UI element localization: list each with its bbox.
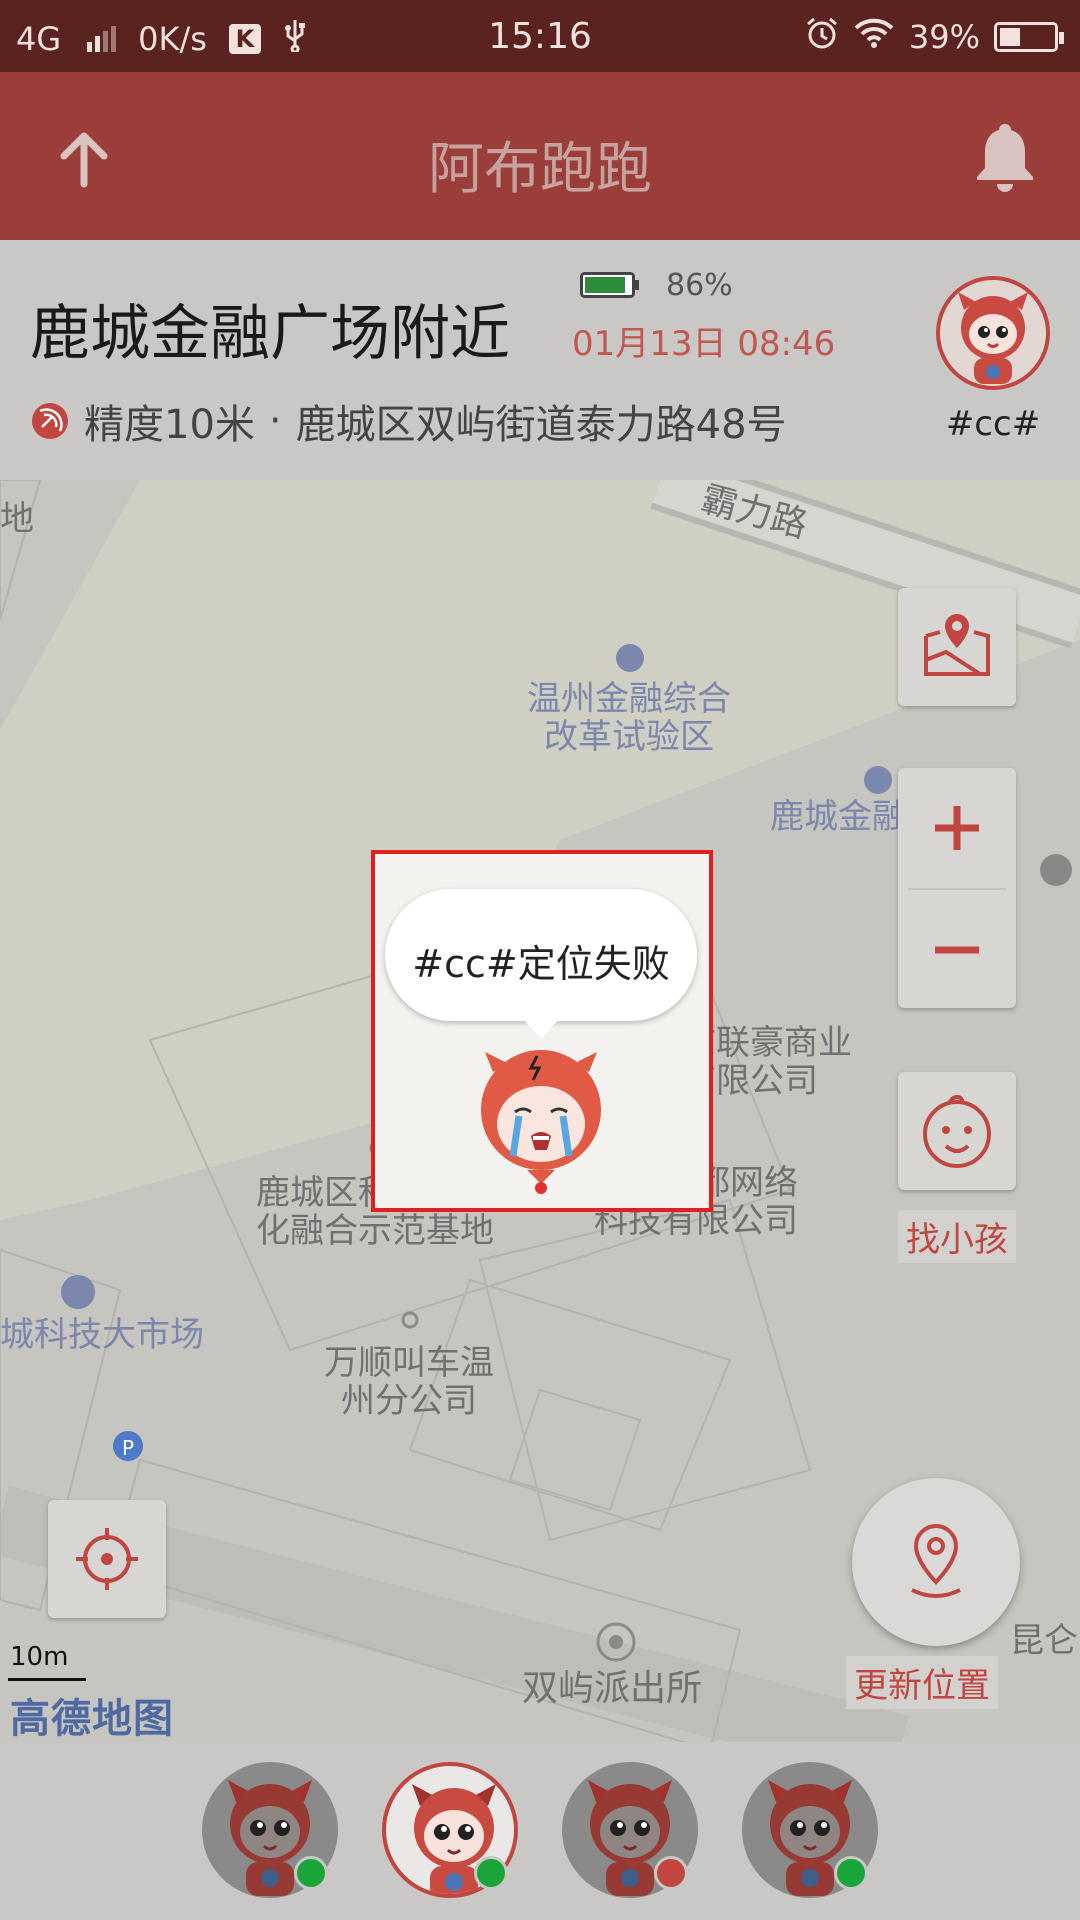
mascot-avatar-icon — [958, 292, 1028, 384]
plus-icon — [935, 806, 979, 850]
crying-mascot-icon — [481, 1050, 601, 1194]
accuracy-text: 精度10米 — [84, 402, 255, 448]
message-bubble: #cc#定位失败 — [385, 889, 697, 1039]
map-provider-logo: 高德地图 — [10, 1696, 174, 1742]
poi-label: 温州金融综合 改革试验区 — [527, 679, 731, 757]
address-text: 鹿城区双屿街道泰力路48号 — [295, 402, 787, 448]
child-avatar[interactable] — [936, 276, 1050, 390]
battery-icon — [994, 22, 1064, 52]
bell-icon[interactable] — [970, 120, 1040, 196]
poi-label: 双屿派出所 — [522, 1668, 703, 1709]
update-location-label[interactable]: 更新位置 — [846, 1656, 998, 1709]
location-pin-icon — [911, 1523, 961, 1598]
zoom-control — [898, 768, 1016, 1008]
find-child-button[interactable] — [898, 1072, 1016, 1190]
status-dot — [834, 1856, 868, 1890]
find-child-label[interactable]: 找小孩 — [898, 1210, 1016, 1263]
crosshair-icon — [76, 1528, 138, 1590]
poi-label: 城科技大市场 — [0, 1315, 204, 1355]
wifi-icon — [853, 17, 895, 57]
status-dot — [474, 1856, 508, 1890]
map-scale-bar — [8, 1678, 86, 1681]
zoom-out-button[interactable] — [898, 890, 1016, 1008]
update-location-button[interactable] — [852, 1478, 1020, 1646]
location-title: 鹿城金融广场附近 — [30, 299, 510, 369]
poi-label: 鹿城金融 — [770, 797, 906, 837]
poi-label: 万顺叫车温 州分公司 — [324, 1343, 494, 1421]
alarm-icon — [805, 16, 839, 58]
child-name: #cc# — [945, 404, 1041, 444]
device-battery-icon — [580, 272, 639, 298]
minus-icon — [935, 946, 979, 954]
device-battery-percent: 86% — [666, 268, 733, 303]
satellite-icon — [32, 403, 68, 439]
map-layer-button[interactable] — [898, 588, 1016, 706]
battery-percent: 39% — [908, 18, 980, 56]
zoom-in-button[interactable] — [898, 768, 1016, 888]
app-title: 阿布跑跑 — [428, 137, 652, 202]
map-scale: 10m — [10, 1642, 69, 1672]
separator-dot: · — [268, 398, 282, 444]
map-pin-icon — [924, 614, 990, 676]
status-dot — [654, 1856, 688, 1890]
children-tray — [0, 1742, 1080, 1920]
status-dot — [294, 1856, 328, 1890]
status-bar: 4G 0K/s K 15:16 39% — [0, 0, 1080, 72]
map-corner-label: 地 — [0, 499, 34, 539]
location-datetime: 01月13日 08:46 — [572, 324, 836, 364]
location-failed-popup: #cc#定位失败 — [371, 850, 713, 1212]
app-bar: 阿布跑跑 — [0, 72, 1080, 240]
svg-text:P: P — [122, 1436, 134, 1460]
baby-face-icon — [923, 1095, 991, 1168]
poi-label: 昆仑 — [1010, 1621, 1078, 1661]
my-location-button[interactable] — [48, 1500, 166, 1618]
accuracy-row: 精度10米 · 鹿城区双屿街道泰力路48号 — [30, 392, 787, 450]
popup-message: #cc#定位失败 — [412, 942, 670, 986]
